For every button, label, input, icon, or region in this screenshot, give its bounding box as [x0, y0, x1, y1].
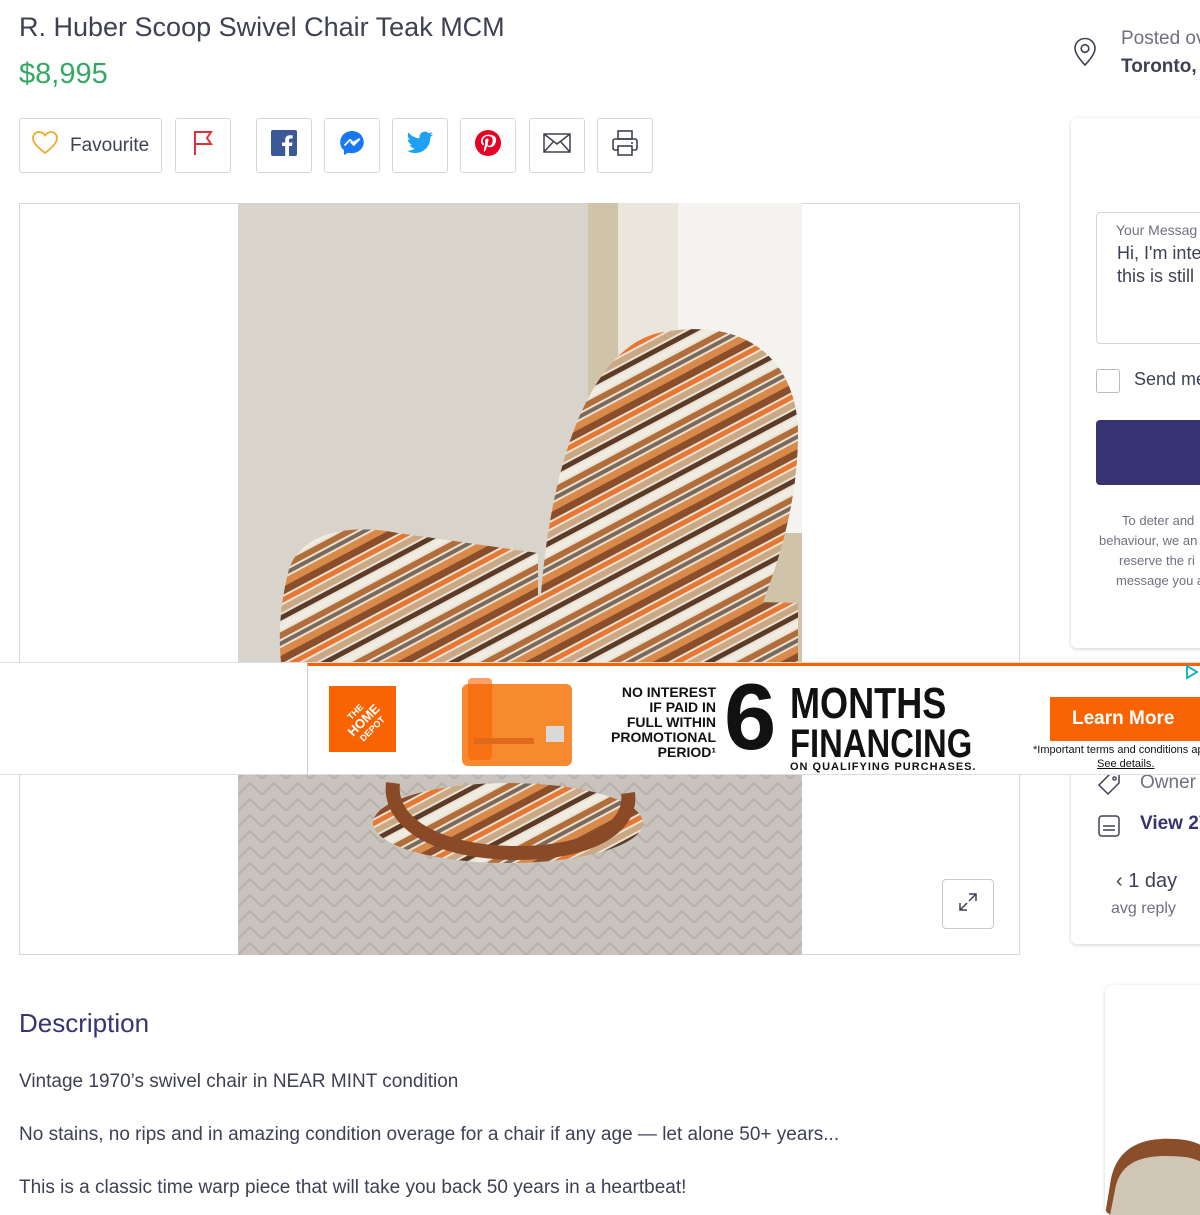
message-line-1: Hi, I'm inte: [1117, 243, 1200, 263]
reply-time-value: ‹ 1 day: [1116, 870, 1178, 892]
printer-icon: [611, 129, 639, 162]
location-city[interactable]: Toronto, C: [1121, 56, 1200, 78]
listing-photo[interactable]: [238, 203, 802, 955]
related-listing-card[interactable]: [1105, 985, 1200, 1215]
send-message-button[interactable]: [1096, 420, 1200, 485]
disclaimer-line-4: message you a: [1116, 573, 1200, 588]
expand-image-button[interactable]: [942, 879, 994, 929]
twitter-icon: [406, 131, 434, 160]
favourite-button[interactable]: Favourite: [19, 118, 162, 173]
ad-details-link[interactable]: See details.: [1097, 758, 1154, 770]
favourite-label: Favourite: [70, 134, 150, 156]
message-label: Your Messag: [1116, 222, 1198, 238]
envelope-icon: [543, 133, 571, 158]
listings-icon: [1097, 814, 1121, 843]
ad-offer-line-5: PERIOD¹: [657, 744, 716, 760]
send-copy-label[interactable]: Send me: [1134, 369, 1200, 390]
ad-offer-line-3: FULL WITHIN: [626, 714, 716, 730]
expand-icon: [958, 892, 978, 917]
listing-title: R. Huber Scoop Swivel Chair Teak MCM: [19, 12, 505, 42]
twitter-share-button[interactable]: [392, 118, 448, 173]
message-line-2: this is still: [1117, 266, 1195, 286]
disclaimer-line-3: reserve the ri: [1119, 553, 1195, 568]
facebook-share-button[interactable]: [256, 118, 312, 173]
reply-time-label: avg reply: [1111, 900, 1176, 917]
email-share-button[interactable]: [529, 118, 585, 173]
ad-offer-line-4: PROMOTIONAL: [611, 729, 716, 745]
view-listings-link[interactable]: View 27: [1140, 813, 1200, 835]
description-paragraph: Vintage 1970’s swivel chair in NEAR MINT…: [19, 1071, 459, 1092]
description-heading: Description: [19, 1008, 150, 1038]
home-depot-logo: THE HOME DEPOT: [329, 686, 396, 752]
messenger-icon: [339, 130, 365, 161]
report-button[interactable]: [175, 118, 231, 173]
heart-icon: [32, 130, 58, 161]
tag-icon: [1097, 772, 1121, 801]
seller-type: Owner: [1140, 772, 1196, 793]
description-paragraph: This is a classic time warp piece that w…: [19, 1177, 687, 1198]
credit-card-image: [460, 676, 574, 769]
posted-label: Posted ov: [1121, 28, 1200, 49]
pinterest-share-button[interactable]: [460, 118, 516, 173]
ad-terms: *Important terms and conditions ap: [1033, 744, 1200, 756]
location-pin-icon: [1072, 37, 1098, 72]
pinterest-icon: [474, 129, 502, 162]
disclaimer-line-2: behaviour, we an: [1099, 533, 1198, 548]
ad-financing: FINANCING: [790, 722, 973, 766]
messenger-share-button[interactable]: [324, 118, 380, 173]
listing-price: $8,995: [19, 58, 108, 90]
ad-offer-line-1: NO INTEREST: [621, 684, 716, 700]
ad-big-number: 6: [724, 664, 777, 769]
disclaimer-line-1: To deter and: [1122, 513, 1195, 528]
ad-qualifier: ON QUALIFYING PURCHASES.: [790, 761, 977, 773]
print-button[interactable]: [597, 118, 653, 173]
facebook-icon: [271, 130, 297, 161]
learn-more-button[interactable]: Learn More: [1050, 697, 1200, 741]
flag-icon: [192, 130, 214, 161]
ad-months: MONTHS: [790, 679, 947, 728]
ad-offer-line-2: IF PAID IN: [649, 699, 716, 715]
adchoices-icon[interactable]: [1184, 664, 1200, 685]
send-copy-checkbox[interactable]: [1096, 369, 1120, 393]
description-paragraph: No stains, no rips and in amazing condit…: [19, 1124, 840, 1145]
